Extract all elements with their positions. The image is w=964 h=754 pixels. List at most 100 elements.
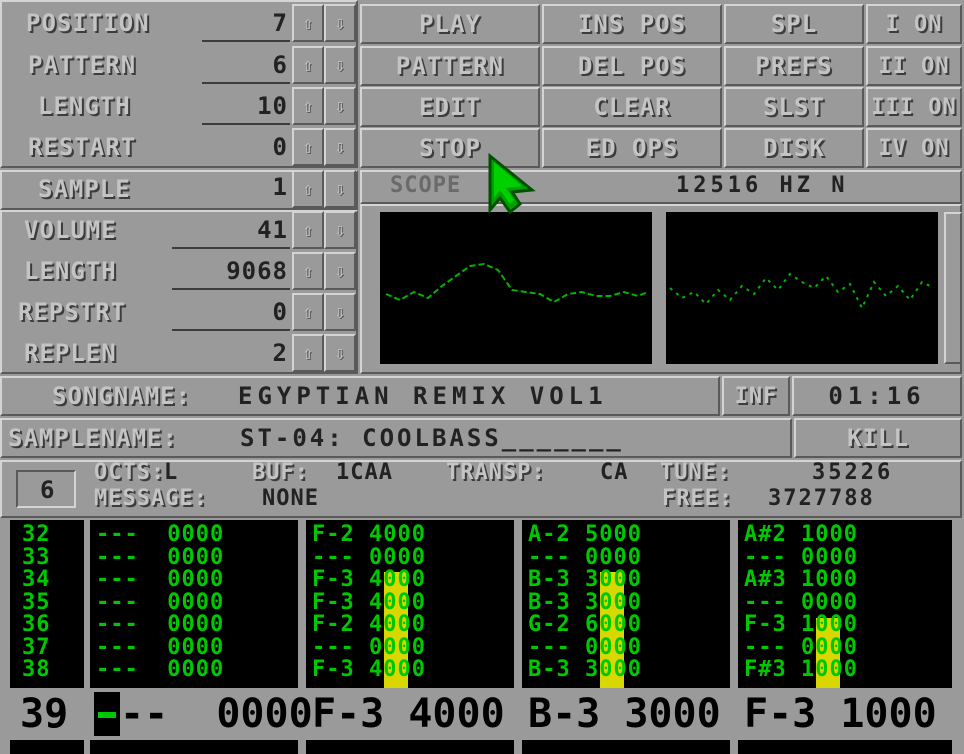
pattern-cell[interactable]: --- 0000 — [738, 591, 952, 615]
position-down-arrow-icon[interactable]: ⇩ — [324, 4, 356, 42]
row-number: 37 — [22, 634, 51, 660]
channel-4-toggle[interactable]: IV ON — [866, 128, 962, 168]
pattern-button[interactable]: PATTERN — [360, 46, 540, 86]
pattern-cell[interactable]: A#3 1000 — [738, 568, 952, 592]
sample-rate-readout: 12516 HZ N — [676, 173, 849, 198]
volume-value: 41 — [257, 216, 288, 244]
octs-value: L — [164, 460, 179, 485]
pattern-cell[interactable]: --- 0000 — [306, 636, 514, 660]
channel-1-column[interactable]: --- 0000 --- 0000 --- 0000 --- 0000 --- … — [90, 520, 298, 688]
scope-right-edge — [944, 212, 962, 364]
restart-field[interactable]: 0 — [202, 132, 290, 166]
pattern-cell[interactable]: --- 0000 — [522, 636, 730, 660]
octave-box[interactable]: 6 — [16, 470, 76, 508]
songname-field[interactable]: EGYPTIAN REMIX VOL1 — [238, 378, 608, 414]
pattern-cell[interactable]: --- 0000 — [90, 546, 298, 570]
volume-up-arrow-icon[interactable]: ⇧ — [292, 211, 324, 249]
inf-button[interactable]: INF — [722, 376, 790, 416]
pattern-cell[interactable]: --- 0000 — [90, 568, 298, 592]
samplename-field[interactable]: ST-04: COOLBASS_______ — [240, 420, 624, 456]
sample-label: SAMPLE — [38, 175, 131, 203]
pattern-cell[interactable]: --- 0000 — [90, 658, 298, 682]
pattern-down-arrow-icon[interactable]: ⇩ — [324, 46, 356, 84]
pattern-cell[interactable]: A-2 5000 — [522, 520, 730, 547]
pattern-up-arrow-icon[interactable]: ⇧ — [292, 46, 324, 84]
spl-button[interactable]: SPL — [724, 4, 864, 44]
length-down-arrow-icon[interactable]: ⇩ — [324, 87, 356, 125]
pattern-cell[interactable]: F-3 4000 — [306, 658, 514, 682]
pattern-cell[interactable]: --- 0000 — [90, 636, 298, 660]
position-up-arrow-icon[interactable]: ⇧ — [292, 4, 324, 42]
disk-button[interactable]: DISK — [724, 128, 864, 168]
channel-4-column[interactable]: A#2 1000 --- 0000 A#3 1000 --- 0000 F-3 … — [738, 520, 952, 688]
pattern-cell[interactable]: --- 0000 — [522, 546, 730, 570]
sample-down-arrow-icon[interactable]: ⇩ — [324, 170, 356, 208]
channel-1-toggle[interactable]: I ON — [866, 4, 962, 44]
pattern-cell[interactable]: B-3 3000 — [522, 658, 730, 682]
repstrt-field[interactable]: 0 — [172, 297, 290, 331]
next-row-strip — [10, 740, 84, 754]
repstrt-down-arrow-icon[interactable]: ⇩ — [324, 293, 356, 331]
repstrt-value: 0 — [272, 298, 288, 326]
del-pos-button[interactable]: DEL POS — [542, 46, 722, 86]
play-button[interactable]: PLAY — [360, 4, 540, 44]
next-row-strip — [522, 740, 730, 754]
pattern-cell[interactable]: --- 0000 — [90, 613, 298, 637]
channel-2-toggle[interactable]: II ON — [866, 46, 962, 86]
channel-2-column[interactable]: F-2 4000 --- 0000 F-3 4000 F-3 4000 F-2 … — [306, 520, 514, 688]
pattern-cell[interactable]: G-2 6000 — [522, 613, 730, 637]
pattern-cell[interactable]: F-2 4000 — [306, 520, 514, 547]
volume-field[interactable]: 41 — [172, 215, 290, 249]
current-row-channel-3[interactable]: B-3 3000 — [528, 690, 721, 738]
pattern-cell[interactable]: B-3 3000 — [522, 568, 730, 592]
current-row-channel-2[interactable]: F-3 4000 — [312, 690, 505, 738]
replen-down-arrow-icon[interactable]: ⇩ — [324, 334, 356, 372]
pattern-cell[interactable]: F-3 4000 — [306, 568, 514, 592]
song-time: 01:16 — [792, 376, 962, 416]
replen-up-arrow-icon[interactable]: ⇧ — [292, 334, 324, 372]
pattern-cell[interactable]: --- 0000 — [738, 636, 952, 660]
restart-up-arrow-icon[interactable]: ⇧ — [292, 128, 324, 166]
pattern-cell[interactable]: --- 0000 — [306, 546, 514, 570]
pattern-label: PATTERN — [28, 51, 137, 79]
sample-up-arrow-icon[interactable]: ⇧ — [292, 170, 324, 208]
sample-field[interactable]: 1 — [202, 172, 290, 206]
repstrt-up-arrow-icon[interactable]: ⇧ — [292, 293, 324, 331]
edit-button[interactable]: EDIT — [360, 87, 540, 127]
length-up-arrow-icon[interactable]: ⇧ — [292, 87, 324, 125]
pattern-cell[interactable]: F-2 4000 — [306, 613, 514, 637]
current-row-channel-1[interactable]: -- 0000 — [120, 690, 313, 738]
sample-length-field[interactable]: 9068 — [172, 256, 290, 290]
pattern-cell[interactable]: B-3 3000 — [522, 591, 730, 615]
next-row-strip — [306, 740, 514, 754]
length-value: 10 — [257, 92, 288, 120]
transp-label: TRANSP: — [446, 460, 546, 485]
channel-3-toggle[interactable]: III ON — [866, 87, 962, 127]
pattern-cell[interactable]: --- 0000 — [90, 591, 298, 615]
pattern-cell[interactable]: --- 0000 — [90, 520, 298, 547]
clear-button[interactable]: CLEAR — [542, 87, 722, 127]
edit-cursor-mark — [98, 712, 116, 718]
position-label: POSITION — [26, 9, 150, 37]
pattern-cell[interactable]: F#3 1000 — [738, 658, 952, 682]
ins-pos-button[interactable]: INS POS — [542, 4, 722, 44]
prefs-button[interactable]: PREFS — [724, 46, 864, 86]
pattern-field[interactable]: 6 — [202, 50, 290, 84]
sample-length-down-arrow-icon[interactable]: ⇩ — [324, 252, 356, 290]
repstrt-label: REPSTRT — [18, 298, 127, 326]
current-row-channel-4[interactable]: F-3 1000 — [744, 690, 937, 738]
sample-length-up-arrow-icon[interactable]: ⇧ — [292, 252, 324, 290]
channel-3-column[interactable]: A-2 5000 --- 0000 B-3 3000 B-3 3000 G-2 … — [522, 520, 730, 688]
length-field[interactable]: 10 — [202, 91, 290, 125]
ed-ops-button[interactable]: ED OPS — [542, 128, 722, 168]
slst-button[interactable]: SLST — [724, 87, 864, 127]
replen-field[interactable]: 2 — [172, 338, 290, 372]
restart-down-arrow-icon[interactable]: ⇩ — [324, 128, 356, 166]
volume-down-arrow-icon[interactable]: ⇩ — [324, 211, 356, 249]
pattern-cell[interactable]: --- 0000 — [738, 546, 952, 570]
pattern-cell[interactable]: F-3 1000 — [738, 613, 952, 637]
pattern-cell[interactable]: A#2 1000 — [738, 520, 952, 547]
pattern-cell[interactable]: F-3 4000 — [306, 591, 514, 615]
kill-button[interactable]: KILL — [794, 418, 962, 458]
position-field[interactable]: 7 — [202, 8, 290, 42]
